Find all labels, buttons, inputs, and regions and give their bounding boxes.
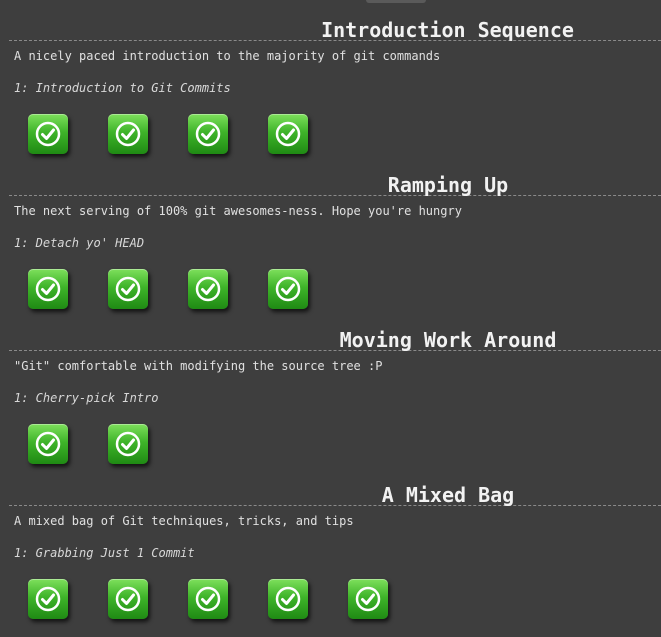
checkmark-icon <box>195 121 221 147</box>
checkmark-icon <box>115 431 141 457</box>
sequence-about: "Git" comfortable with modifying the sou… <box>14 359 383 373</box>
sequence-title: Ramping Up <box>387 173 509 197</box>
sequence-ramping-up: Ramping Up The next serving of 100% git … <box>9 164 661 309</box>
checkmark-icon <box>115 586 141 612</box>
checkmark-icon <box>195 276 221 302</box>
sequence-title: A Mixed Bag <box>381 483 515 507</box>
checkmark-icon <box>275 586 301 612</box>
level-button-1[interactable] <box>28 579 68 619</box>
sequence-title: Moving Work Around <box>339 328 557 352</box>
level-button-4[interactable] <box>268 269 308 309</box>
level-button-4[interactable] <box>268 579 308 619</box>
sequence-moving-work-around: Moving Work Around "Git" comfortable wit… <box>9 319 661 464</box>
sequence-title-bar: A Mixed Bag <box>9 474 661 506</box>
checkmark-icon <box>275 276 301 302</box>
level-button-2[interactable] <box>108 579 148 619</box>
checkmark-icon <box>115 121 141 147</box>
sequence-about: A nicely paced introduction to the major… <box>14 49 441 63</box>
checkmark-icon <box>35 276 61 302</box>
level-button-3[interactable] <box>188 269 228 309</box>
level-name: 1: Grabbing Just 1 Commit <box>14 546 195 560</box>
level-button-2[interactable] <box>108 269 148 309</box>
level-button-2[interactable] <box>108 424 148 464</box>
checkmark-icon <box>355 586 381 612</box>
checkmark-icon <box>195 586 221 612</box>
sequence-introduction: Introduction Sequence A nicely paced int… <box>9 9 661 154</box>
level-button-1[interactable] <box>28 269 68 309</box>
level-button-3[interactable] <box>188 114 228 154</box>
level-button-4[interactable] <box>268 114 308 154</box>
level-button-5[interactable] <box>348 579 388 619</box>
checkmark-icon <box>35 121 61 147</box>
sequence-title-bar: Ramping Up <box>9 164 661 196</box>
sequence-mixed-bag: A Mixed Bag A mixed bag of Git technique… <box>9 474 661 619</box>
level-button-1[interactable] <box>28 424 68 464</box>
level-button-1[interactable] <box>28 114 68 154</box>
checkmark-icon <box>35 431 61 457</box>
checkmark-icon <box>35 586 61 612</box>
sequence-title: Introduction Sequence <box>321 18 574 42</box>
checkmark-icon <box>115 276 141 302</box>
top-tab-handle <box>366 0 426 3</box>
sequence-about: A mixed bag of Git techniques, tricks, a… <box>14 514 354 528</box>
level-name: 1: Cherry-pick Intro <box>14 391 159 405</box>
sequence-title-bar: Introduction Sequence <box>9 9 661 41</box>
sequence-about: The next serving of 100% git awesomes-ne… <box>14 204 462 218</box>
level-name: 1: Introduction to Git Commits <box>14 81 231 95</box>
level-name: 1: Detach yo' HEAD <box>14 236 145 250</box>
checkmark-icon <box>275 121 301 147</box>
level-button-3[interactable] <box>188 579 228 619</box>
sequence-title-bar: Moving Work Around <box>9 319 661 351</box>
level-button-2[interactable] <box>108 114 148 154</box>
